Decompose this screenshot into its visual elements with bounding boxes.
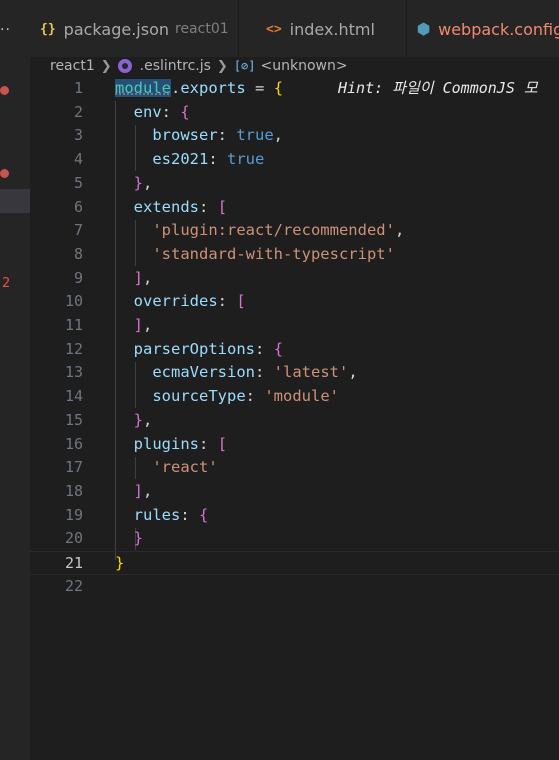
- line-number: 5: [73, 173, 83, 192]
- code-text: parserOptions: {: [133, 339, 284, 358]
- code-editor[interactable]: 1 module.exports = { Hint: 파일이 CommonJS …: [30, 77, 559, 760]
- chevron-right-icon: ❯: [100, 58, 112, 74]
- code-text: env: {: [133, 102, 190, 121]
- line-number: 9: [73, 268, 83, 287]
- code-line: 7 'plugin:react/recommended',: [30, 219, 559, 243]
- code-text: es2021: true: [152, 150, 265, 169]
- code-line: 11 ],: [30, 314, 559, 338]
- code-line: 16 plugins: [: [30, 433, 559, 457]
- code-text: plugins: [: [133, 434, 228, 453]
- code-line: 14 sourceType: 'module': [30, 385, 559, 409]
- code-line: 22: [30, 575, 559, 599]
- breadcrumb: react1 ❯ .eslintrc.js ❯ [⊘] <unknown>: [50, 55, 348, 77]
- code-text: }: [115, 554, 125, 572]
- code-text: browser: true,: [152, 126, 284, 145]
- line-number: 6: [73, 197, 83, 216]
- line-number: 7: [73, 221, 83, 240]
- more-icon[interactable]: ··: [0, 22, 11, 38]
- modified-dot-icon: [0, 169, 9, 178]
- code-text: 'plugin:react/recommended',: [152, 221, 405, 240]
- code-line: 15 },: [30, 409, 559, 433]
- code-text: extends: [: [133, 197, 228, 216]
- code-text: },: [133, 410, 153, 429]
- code-line: 17 'react': [30, 456, 559, 480]
- eslint-file-icon: [117, 59, 132, 73]
- code-line: 19 rules: {: [30, 504, 559, 528]
- line-number: 8: [73, 244, 83, 263]
- code-line: 6 extends: [: [30, 196, 559, 220]
- line-number: 21: [64, 554, 83, 572]
- line-number: 15: [64, 410, 83, 429]
- editor-tab-bar: {} package.json react01 <> index.html ⬢ …: [30, 0, 559, 58]
- code-line: 2 env: {: [30, 101, 559, 125]
- code-text: ecmaVersion: 'latest',: [152, 363, 358, 382]
- json-icon: {}: [40, 21, 56, 37]
- html-icon: <>: [266, 21, 282, 37]
- line-number: 19: [64, 505, 83, 524]
- code-line: 18 ],: [30, 480, 559, 504]
- line-number: 1: [73, 79, 83, 97]
- modified-dot-icon: [0, 86, 9, 95]
- line-number: 17: [64, 458, 83, 477]
- code-text: rules: {: [133, 505, 209, 524]
- code-line: 3 browser: true,: [30, 124, 559, 148]
- line-number: 4: [73, 150, 83, 169]
- code-line: 10 overrides: [: [30, 290, 559, 314]
- breadcrumb-file[interactable]: .eslintrc.js: [140, 58, 211, 74]
- code-text: sourceType: 'module': [152, 387, 339, 406]
- tab-index-html[interactable]: <> index.html: [256, 0, 406, 57]
- code-text: ],: [133, 481, 153, 500]
- tab-label: package.json: [63, 19, 169, 39]
- tab-label: index.html: [289, 19, 375, 39]
- webpack-icon: ⬢: [417, 20, 431, 38]
- code-text: 'react': [152, 458, 218, 477]
- line-number: 13: [64, 363, 83, 382]
- tab-package-json[interactable]: {} package.json react01: [30, 0, 238, 57]
- code-line: 9 ],: [30, 267, 559, 291]
- tab-divider: [238, 0, 239, 57]
- code-line: 13 ecmaVersion: 'latest',: [30, 361, 559, 385]
- line-number: 3: [73, 126, 83, 145]
- code-text: ],: [133, 316, 153, 334]
- chevron-right-icon: ❯: [216, 58, 228, 74]
- code-line: 5 },: [30, 172, 559, 196]
- selected-file-highlight[interactable]: [0, 189, 30, 213]
- line-number: 18: [64, 481, 83, 500]
- symbol-variable-icon: [⊘]: [233, 59, 256, 73]
- line-number: 11: [64, 316, 83, 334]
- code-line: 8 'standard-with-typescript': [30, 243, 559, 267]
- code-text: 'standard-with-typescript': [152, 244, 395, 263]
- tab-webpack-config[interactable]: ⬢ webpack.config.js: [407, 0, 559, 57]
- breadcrumb-folder[interactable]: react1: [50, 58, 95, 74]
- tab-label: webpack.config.js: [438, 19, 559, 39]
- code-text: module.exports = {: [115, 79, 284, 97]
- line-number: 12: [64, 339, 83, 358]
- code-text: },: [133, 173, 153, 192]
- code-line: 1 module.exports = { Hint: 파일이 CommonJS …: [30, 77, 559, 101]
- line-number: 22: [64, 576, 83, 595]
- line-number: 20: [64, 529, 83, 548]
- code-line: 12 parserOptions: {: [30, 338, 559, 362]
- error-count-badge: 2: [2, 276, 11, 291]
- code-text: ],: [133, 268, 153, 287]
- code-text: overrides: [: [133, 292, 246, 311]
- breadcrumb-symbol[interactable]: <unknown>: [261, 58, 348, 74]
- inline-hint: Hint: 파일이 CommonJS 모: [338, 79, 538, 97]
- tab-description: react01: [175, 21, 229, 37]
- code-text: }: [133, 529, 144, 548]
- code-line: 4 es2021: true: [30, 148, 559, 172]
- line-number: 2: [73, 102, 83, 121]
- code-line: 20 }: [30, 527, 559, 551]
- line-number: 14: [64, 387, 83, 406]
- line-number: 10: [64, 292, 83, 311]
- explorer-strip: ·· 2: [0, 0, 30, 760]
- code-line-current: 21 }: [30, 551, 559, 575]
- line-number: 16: [64, 434, 83, 453]
